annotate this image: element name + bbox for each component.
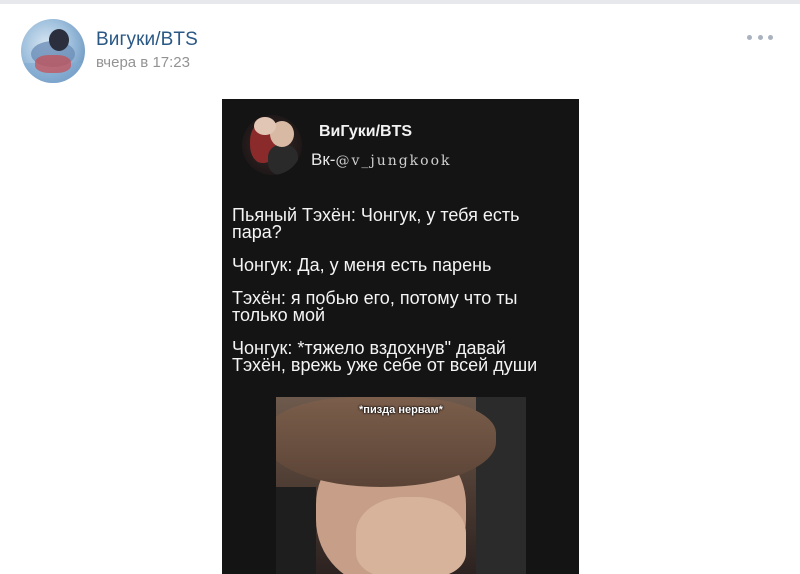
top-divider [0, 0, 800, 4]
dialog-line: Чонгук: Да, у меня есть парень [232, 255, 492, 275]
post-image[interactable]: ВиГуки/BTS Вк-@v_jungkook Пьяный Тэхён: … [222, 99, 579, 574]
inner-prefix: Вк- [311, 150, 336, 169]
meme-caption: *пизда нервам* [359, 404, 443, 416]
post-timestamp[interactable]: вчера в 17:23 [96, 54, 190, 71]
dialog-line: Тэхён, врежь уже себе от всей души [232, 355, 538, 375]
inner-handle: @v_jungkook [335, 153, 452, 169]
dialog-text: Пьяный Тэхён: Чонгук, у тебя есть пара? Ч… [232, 206, 572, 390]
more-dots-icon[interactable] [747, 30, 773, 44]
meme-photo: *пизда нервам* [276, 397, 526, 574]
inner-avatar [242, 115, 302, 175]
dialog-line: пара? [232, 222, 282, 242]
dialog-line: только мой [232, 305, 326, 325]
avatar[interactable] [21, 19, 85, 83]
post-author-link[interactable]: Вигуки/BTS [96, 29, 198, 51]
inner-subtitle: Вк-@v_jungkook [311, 150, 452, 170]
inner-title: ВиГуки/BTS [319, 123, 413, 140]
